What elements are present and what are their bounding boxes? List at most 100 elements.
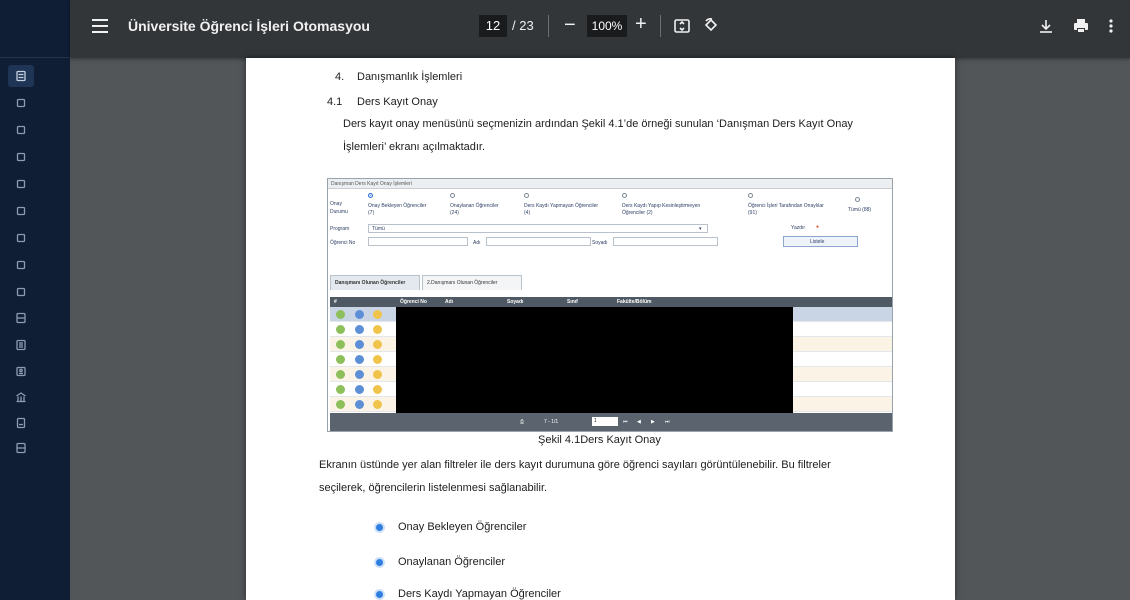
user-check-icon[interactable] — [336, 355, 345, 364]
radio-label: Tümü (88) — [848, 207, 872, 213]
message-icon[interactable] — [373, 370, 382, 379]
radio-ders-kaydi-yapmayan[interactable] — [524, 193, 529, 198]
message-icon[interactable] — [373, 340, 382, 349]
pager-page-select[interactable]: 1 — [592, 417, 618, 426]
radio-tumu[interactable] — [855, 197, 860, 202]
info-icon[interactable] — [355, 385, 364, 394]
message-icon[interactable] — [373, 355, 382, 364]
ogrenci-no-input[interactable] — [368, 237, 468, 246]
sidebar-item-4[interactable] — [14, 177, 28, 191]
column-header: Öğrenci No — [400, 299, 427, 305]
soyadi-input[interactable] — [613, 237, 718, 246]
fit-page-button[interactable] — [673, 17, 691, 35]
radio-label: Onay Bekleyen Öğrenciler — [368, 203, 427, 209]
document-title: Üniversite Öğrenci İşleri Otomasyou — [128, 18, 370, 34]
user-check-icon[interactable] — [336, 310, 345, 319]
download-icon — [1040, 20, 1052, 33]
info-icon[interactable] — [355, 370, 364, 379]
sidebar-item-3[interactable] — [14, 150, 28, 164]
bullet-icon — [376, 524, 383, 531]
rotate-button[interactable] — [702, 17, 720, 35]
sidebar-item-6[interactable] — [14, 231, 28, 245]
info-icon[interactable] — [355, 340, 364, 349]
sidebar-item-2[interactable] — [14, 123, 28, 137]
more-options-button[interactable] — [1102, 17, 1120, 35]
page-number-input[interactable]: 12 — [479, 15, 507, 37]
subsection-number: 4.1 — [327, 96, 343, 108]
radio-onaylanan[interactable] — [450, 193, 455, 198]
tab-ikinci-danismani[interactable]: 2.Danışmanı Olunan Öğrenciler — [422, 275, 522, 290]
zoom-out-button[interactable]: − — [564, 15, 576, 35]
info-icon[interactable] — [355, 325, 364, 334]
user-check-icon[interactable] — [336, 400, 345, 409]
sidebar-item-files[interactable] — [14, 311, 28, 325]
print-button[interactable] — [1072, 17, 1090, 35]
sidebar-item-institution[interactable] — [14, 390, 28, 404]
radio-label: Ders Kaydı Yapıp Kesinleştirmeyen — [622, 203, 701, 209]
sidebar-item-8[interactable] — [14, 285, 28, 299]
tab-danismani-olunan[interactable]: Danışmanı Olunan Öğrenciler — [330, 275, 420, 290]
table-pager: ⎙ 7 - 1/1 1 ⏮ ◀ ▶ ⏭ — [330, 413, 892, 431]
message-icon[interactable] — [373, 310, 382, 319]
program-value: Tümü — [372, 226, 385, 232]
program-select[interactable]: Tümü ▾ — [368, 224, 708, 233]
menu-icon[interactable] — [92, 19, 108, 33]
square-icon — [16, 152, 26, 162]
sidebar-item-records[interactable] — [14, 441, 28, 455]
pager-prev-icon[interactable]: ◀ — [637, 419, 641, 425]
redacted-area — [396, 307, 793, 413]
message-icon[interactable] — [373, 385, 382, 394]
message-icon[interactable] — [373, 400, 382, 409]
user-check-icon[interactable] — [336, 325, 345, 334]
sidebar-item-5[interactable] — [14, 204, 28, 218]
user-check-icon[interactable] — [336, 385, 345, 394]
bullet-item: Ders Kaydı Yapmayan Öğrenciler — [398, 588, 561, 600]
file-stack-icon — [16, 312, 26, 324]
sidebar-item-id[interactable] — [14, 364, 28, 378]
section-title: Danışmanlık İşlemleri — [357, 71, 463, 83]
sidebar-item-7[interactable] — [14, 258, 28, 272]
user-check-icon[interactable] — [336, 370, 345, 379]
adi-input[interactable] — [486, 237, 591, 246]
sidebar-item-list[interactable] — [14, 338, 28, 352]
message-icon[interactable] — [373, 325, 382, 334]
info-icon[interactable] — [355, 400, 364, 409]
info-icon[interactable] — [355, 310, 364, 319]
sidebar-item-notes[interactable] — [14, 416, 28, 430]
radio-label: Ders Kaydı Yapmayan Öğrenciler — [524, 203, 599, 209]
sidebar-item-document[interactable] — [8, 65, 34, 87]
app-sidebar — [0, 0, 70, 600]
zoom-input[interactable]: 100% — [587, 15, 627, 37]
square-icon — [16, 125, 26, 135]
zoom-in-button[interactable]: + — [635, 13, 647, 35]
print-icon[interactable]: ● — [816, 224, 819, 230]
user-check-icon[interactable] — [336, 340, 345, 349]
onay-durumu-label: Onay — [330, 201, 342, 207]
info-icon[interactable] — [355, 355, 364, 364]
square-icon — [16, 98, 26, 108]
pager-last-icon[interactable]: ⏭ — [665, 419, 670, 425]
radio-kesinlestirmeyen[interactable] — [622, 193, 627, 198]
list-icon — [16, 339, 26, 351]
download-button[interactable] — [1037, 17, 1055, 35]
radio-ogrenci-isleri[interactable] — [748, 193, 753, 198]
pager-next-icon[interactable]: ▶ — [651, 419, 655, 425]
id-card-icon — [16, 366, 26, 377]
square-icon — [16, 179, 26, 189]
radio-onay-bekleyen[interactable] — [368, 193, 373, 198]
figure-screenshot: Danışman Ders Kayıt Onay İşlemleri Onay … — [327, 178, 893, 432]
yazdir-label[interactable]: Yazdır — [791, 225, 805, 231]
print-icon[interactable]: ⎙ — [520, 419, 524, 425]
radio-count: Öğrenciler (2) — [622, 210, 653, 216]
listele-button[interactable]: Listele — [783, 236, 858, 247]
pager-first-icon[interactable]: ⏮ — [623, 419, 628, 425]
pdf-toolbar: Üniversite Öğrenci İşleri Otomasyou 12 /… — [70, 0, 1130, 58]
paragraph-line: Ders kayıt onay menüsünü seçmenizin ardı… — [343, 118, 853, 130]
toolbar-divider — [548, 15, 549, 37]
soyadi-label: Soyadı — [592, 240, 608, 246]
sidebar-item-1[interactable] — [14, 96, 28, 110]
building-icon — [16, 392, 26, 403]
page-total: / 23 — [512, 18, 534, 33]
radio-count: (7) — [368, 210, 375, 216]
pdf-viewer: Üniversite Öğrenci İşleri Otomasyou 12 /… — [70, 0, 1130, 600]
